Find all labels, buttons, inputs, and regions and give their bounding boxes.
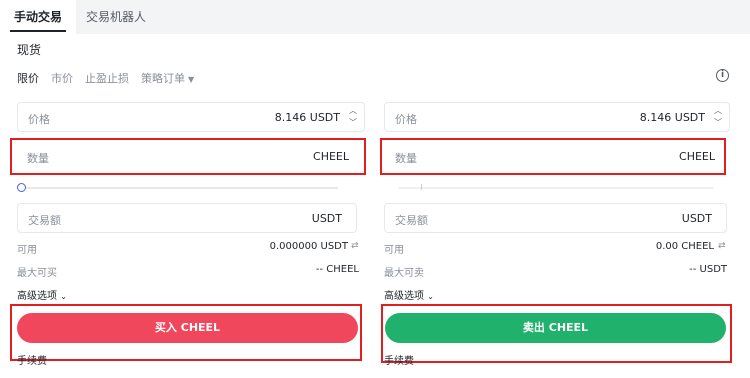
sell-available-label: 可用 (384, 245, 404, 256)
sell-slider-tick (421, 184, 422, 190)
chevron-down-icon: ⌄ (60, 292, 67, 301)
tab-tpsl[interactable]: 止盈止损 (85, 70, 129, 86)
tab-strategy-order[interactable]: 策略订单 ▼ (141, 70, 194, 86)
buy-total-field[interactable]: 交易额 USDT (17, 203, 357, 233)
sell-total-label: 交易额 (395, 214, 428, 227)
buy-price-label: 价格 (28, 113, 50, 126)
buy-advanced-options[interactable]: 高级选项 ⌄ (17, 287, 67, 302)
buy-total-unit: USDT (311, 212, 342, 225)
stepper-icon[interactable]: ︿ ﹀ (713, 105, 723, 129)
sell-total-unit: USDT (681, 212, 712, 225)
tab-trading-bot[interactable]: 交易机器人 (86, 0, 146, 34)
highlight-box (10, 138, 366, 175)
tab-limit[interactable]: 限价 (17, 70, 39, 86)
sell-max-label: 最大可卖 (384, 268, 424, 279)
stepper-icon[interactable]: ︿ ﹀ (348, 105, 358, 129)
buy-fee-label: 手续费 (17, 356, 47, 367)
highlight-box (380, 138, 726, 175)
sell-advanced-label: 高级选项 (384, 291, 424, 302)
buy-price-field[interactable]: 价格 8.146 USDT ︿ ﹀ (17, 102, 365, 132)
buy-advanced-label: 高级选项 (17, 291, 57, 302)
info-circle-icon[interactable]: i (716, 69, 729, 82)
buy-slider-track[interactable] (22, 187, 338, 189)
tab-market[interactable]: 市价 (51, 70, 73, 86)
tab-bar: 手动交易 交易机器人 (0, 0, 750, 34)
buy-max-label: 最大可买 (17, 268, 57, 279)
sell-slider-track[interactable] (398, 187, 714, 189)
chevron-down-icon: ▼ (188, 75, 195, 84)
highlight-box (10, 304, 362, 361)
buy-total-label: 交易额 (28, 214, 61, 227)
buy-available-value: 0.000000 USDT (269, 241, 348, 252)
sell-price-label: 价格 (395, 113, 417, 126)
chevron-down-icon: ⌄ (427, 292, 434, 301)
sell-advanced-options[interactable]: 高级选项 ⌄ (384, 287, 434, 302)
sell-total-field[interactable]: 交易额 USDT (384, 203, 727, 233)
buy-available-label: 可用 (17, 245, 37, 256)
section-title: 现货 (17, 43, 42, 57)
buy-slider-knob[interactable] (17, 183, 26, 192)
sell-price-value: 8.146 USDT (639, 111, 705, 124)
buy-max-value: -- CHEEL (315, 264, 359, 275)
sell-available-value: 0.00 CHEEL (655, 241, 714, 252)
sell-fee-label: 手续费 (384, 356, 414, 367)
tab-strategy-label: 策略订单 (141, 72, 185, 85)
tab-manual-trade[interactable]: 手动交易 (0, 0, 77, 34)
swap-icon[interactable]: ⇄ (351, 241, 359, 251)
sell-price-field[interactable]: 价格 8.146 USDT ︿ ﹀ (384, 102, 730, 132)
highlight-box (381, 304, 732, 363)
buy-price-value: 8.146 USDT (274, 111, 340, 124)
swap-icon[interactable]: ⇄ (718, 241, 726, 251)
sell-max-value: -- USDT (689, 264, 727, 275)
